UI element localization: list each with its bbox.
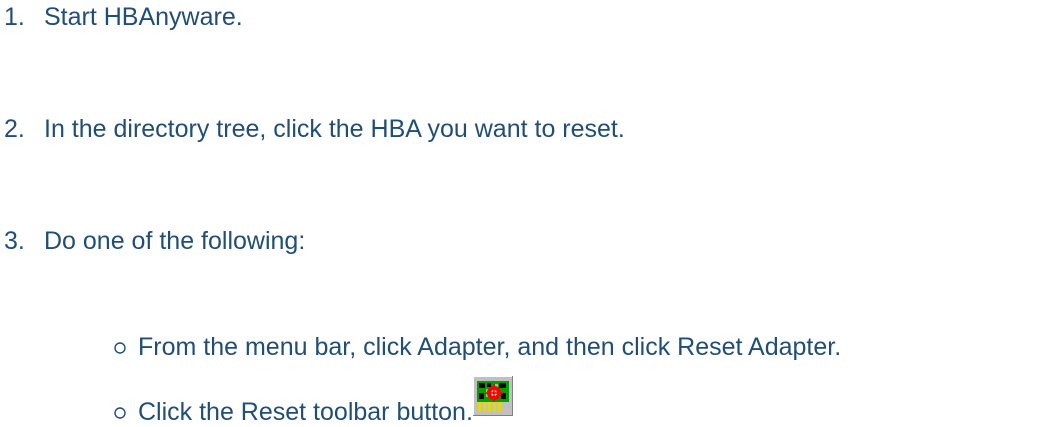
instruction-step-1: 1. Start HBAnyware.	[0, 2, 243, 32]
option-menu-bar: From the menu bar, click Adapter, and th…	[112, 332, 841, 362]
hollow-circle-bullet-icon	[114, 407, 126, 419]
step-number: 2.	[4, 115, 25, 143]
step-text: In the directory tree, click the HBA you…	[44, 115, 625, 143]
instruction-step-3: 3. Do one of the following:	[0, 226, 305, 256]
step-text: Do one of the following:	[44, 227, 306, 255]
option-text: From the menu bar, click Adapter, and th…	[138, 333, 842, 361]
step-number: 1.	[4, 3, 25, 31]
step-text: Start HBAnyware.	[44, 3, 243, 31]
reset-adapter-toolbar-icon	[472, 376, 513, 416]
instruction-step-2: 2. In the directory tree, click the HBA y…	[0, 114, 625, 144]
option-text: Click the Reset toolbar button.	[138, 398, 473, 426]
option-toolbar-button: Click the Reset toolbar button.	[112, 376, 513, 427]
hollow-circle-bullet-icon	[114, 342, 126, 354]
step-number: 3.	[4, 227, 25, 255]
